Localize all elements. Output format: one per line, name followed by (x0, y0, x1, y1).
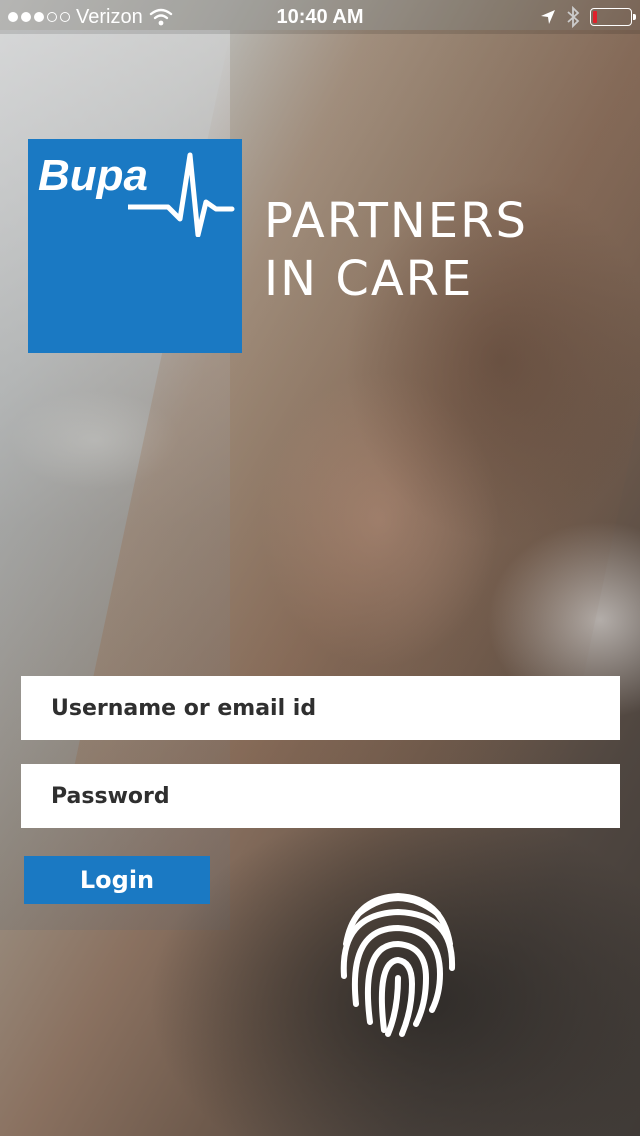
carrier-name: Verizon (76, 5, 143, 28)
battery-icon (590, 8, 636, 26)
battery-level (593, 11, 597, 23)
tagline-line-1: PARTNERS (264, 193, 528, 249)
bluetooth-icon (567, 6, 580, 28)
signal-strength-icon (8, 12, 70, 22)
location-arrow-icon (541, 10, 555, 24)
fingerprint-icon[interactable] (336, 884, 460, 1038)
bupa-logo: Bupa (28, 139, 242, 353)
login-button[interactable]: Login (24, 856, 210, 904)
username-input[interactable] (21, 676, 620, 740)
heartbeat-icon (128, 152, 235, 237)
wifi-icon (149, 8, 172, 26)
password-input[interactable] (21, 764, 620, 828)
status-left: Verizon (8, 6, 173, 29)
status-right (540, 6, 636, 28)
status-bar: Verizon 10:40 AM (0, 0, 640, 34)
tagline-line-2: IN CARE (264, 251, 474, 307)
app-tagline: PARTNERS IN CARE (264, 192, 528, 308)
